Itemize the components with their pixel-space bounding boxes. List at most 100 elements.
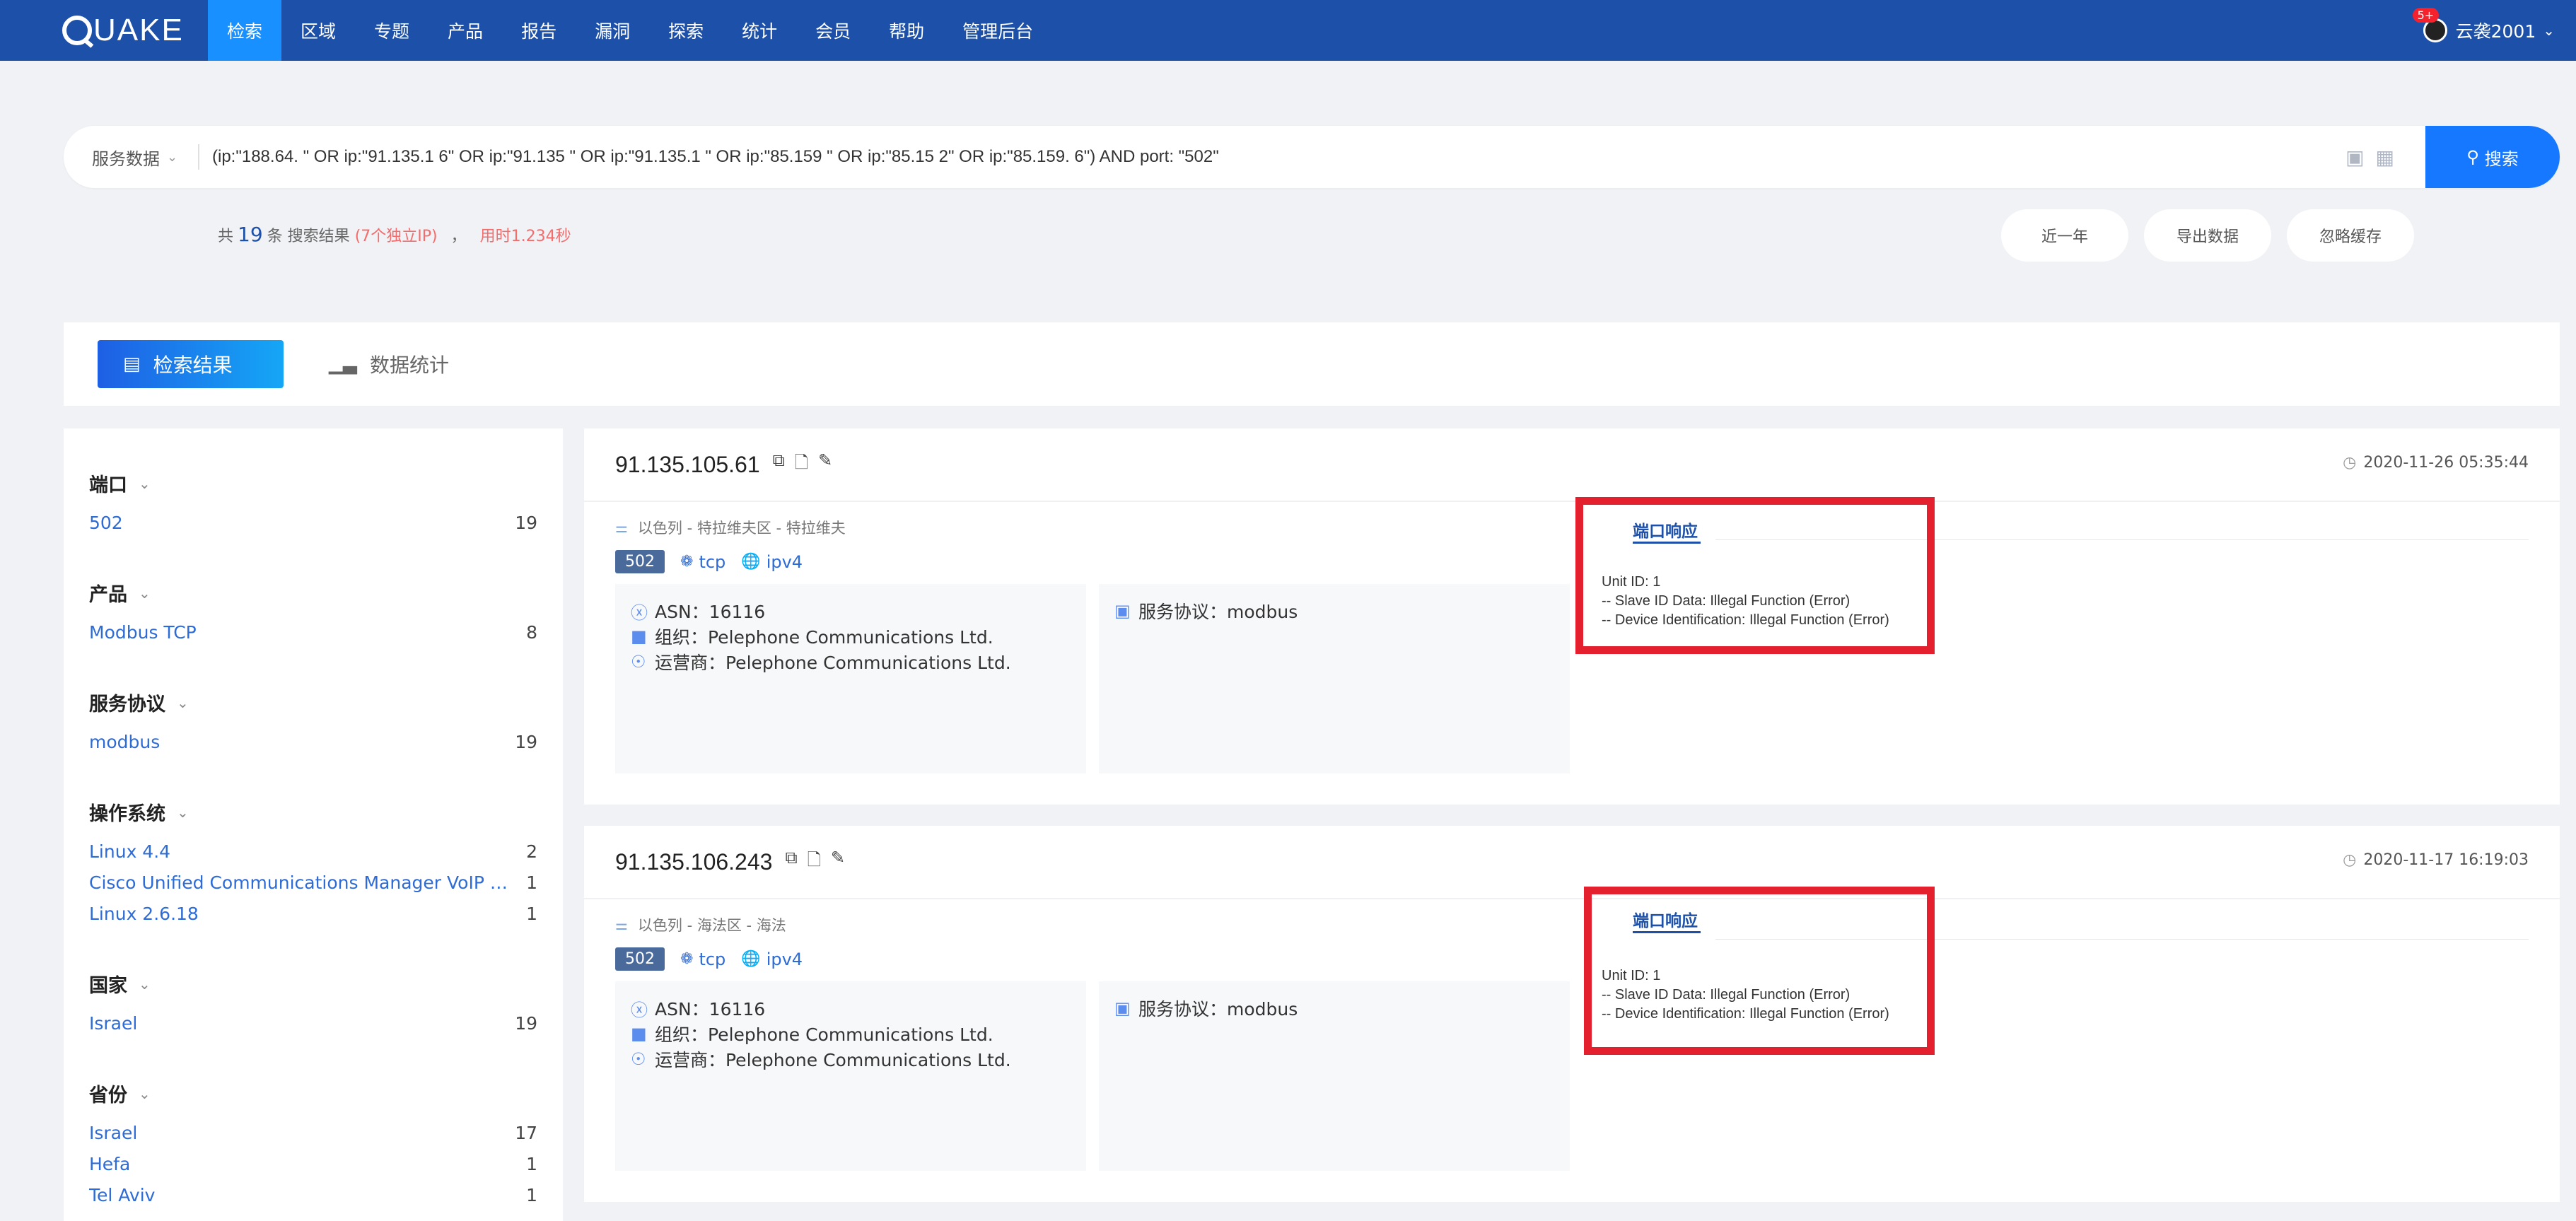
asn-text: ASN：16116 [655, 602, 766, 622]
facet-title: 省份 [89, 1085, 127, 1106]
facet-item[interactable]: modbus 19 [89, 726, 537, 757]
transport-text: tcp [699, 949, 726, 969]
search-button-label: 搜索 [2484, 148, 2519, 169]
username: 云袭2001 [2455, 21, 2536, 42]
facet-item[interactable]: Linux 4.4 2 [89, 836, 537, 867]
nav-item-member[interactable]: 会员 [796, 0, 870, 61]
folder-icon: ■ [631, 626, 647, 646]
response-tab[interactable]: 端口响应 [1633, 518, 1698, 542]
user-menu[interactable]: 5+ 云袭2001 ⌄ [2412, 0, 2555, 61]
facet-item-name: Israel [89, 1122, 138, 1143]
facet-item-name: Linux 4.4 [89, 841, 171, 862]
search-input[interactable]: (ip:"188.64. " OR ip:"91.135.1 6" OR ip:… [212, 147, 2345, 167]
nav-item-search[interactable]: 检索 [208, 0, 282, 61]
edit-icon[interactable]: ✎ [818, 450, 832, 479]
nav-item-stats[interactable]: 统计 [723, 0, 796, 61]
result-location: ⚌ 以色列 - 海法区 - 海法 [615, 914, 786, 935]
result-ip[interactable]: 91.135.106.243 [615, 849, 772, 875]
facet-title: 国家 [89, 975, 127, 997]
facet-item[interactable]: Linux 2.6.18 1 [89, 898, 537, 929]
tab-search-results[interactable]: ▤ 检索结果 [98, 340, 284, 388]
screenshot-icon[interactable]: ▣ [2345, 146, 2364, 169]
facet-item[interactable]: Hefa 1 [89, 1148, 537, 1179]
facet-item[interactable]: Tel Aviv 1 [89, 1179, 537, 1210]
network-info-panel: ⓧ ASN：16116 ■ 组织：Pelephone Communications … [615, 584, 1086, 773]
facet-item-count: 19 [515, 512, 537, 533]
tab-label: 数据统计 [370, 354, 450, 377]
result-summary: 共 19 条 搜索结果 (7个独立IP) ， 用时1.234秒 [218, 223, 571, 246]
service-info-panel: ▣ 服务协议：modbus [1099, 981, 1570, 1171]
copy-icon[interactable]: ⧉ [773, 450, 785, 479]
last-year-button[interactable]: 近一年 [2001, 209, 2128, 262]
gear-icon: ❁ [680, 553, 694, 571]
result-ip[interactable]: 91.135.105.61 [615, 452, 760, 478]
search-type-select[interactable]: 服务数据 ⌄ [64, 145, 198, 170]
response-tab[interactable]: 端口响应 [1633, 907, 1698, 931]
facet-item-count: 19 [515, 731, 537, 752]
ignore-cache-button[interactable]: 忽略缓存 [2287, 209, 2414, 262]
search-button[interactable]: ⚲ 搜索 [2425, 126, 2560, 188]
port-tag[interactable]: 502 [615, 550, 665, 573]
facet-item-name: Modbus TCP [89, 621, 197, 643]
top-nav: UAKE 检索 区域 专题 产品 报告 漏洞 探索 统计 会员 帮助 管理后台 … [0, 0, 2576, 61]
nav-item-help[interactable]: 帮助 [870, 0, 943, 61]
result-tags: 502 ❁ tcp 🌐 ipv4 [615, 947, 803, 971]
document-icon[interactable]: 🗋 [795, 450, 808, 479]
chevron-down-icon: ⌄ [139, 975, 151, 993]
facet-header[interactable]: 国家 ⌄ [89, 970, 537, 998]
facet-title: 端口 [89, 474, 127, 496]
facet-item-name: modbus [89, 731, 161, 752]
result-time: ◷ 2020-11-26 05:35:44 [2343, 454, 2529, 472]
unique-ip-count: (7个独立IP) [354, 228, 438, 245]
transport-tag: ❁ tcp [680, 950, 725, 969]
nav-item-topic[interactable]: 专题 [355, 0, 429, 61]
search-icon: ⚲ [2466, 147, 2479, 167]
location-text: 以色列 - 特拉维夫区 - 特拉维夫 [637, 520, 846, 537]
tab-statistics[interactable]: ▁▃ 数据统计 [303, 340, 474, 388]
export-button[interactable]: 导出数据 [2144, 209, 2271, 262]
facet-item[interactable]: Cisco Unified Communications Manager VoI… [89, 867, 537, 898]
edit-icon[interactable]: ✎ [831, 848, 845, 877]
facet-item[interactable]: 502 19 [89, 507, 537, 538]
document-icon[interactable]: 🗋 [808, 848, 821, 877]
nav-item-report[interactable]: 报告 [502, 0, 576, 61]
result-time-text: 2020-11-17 16:19:03 [2363, 851, 2529, 869]
search-tools: ▣ ▦ [2345, 146, 2394, 169]
nav-item-explore[interactable]: 探索 [649, 0, 723, 61]
org-text: 组织：Pelephone Communications Ltd. [655, 627, 993, 648]
facet-item[interactable]: Israel 19 [89, 1007, 537, 1039]
flag-icon: ⚌ [615, 916, 628, 933]
nav-item-vuln[interactable]: 漏洞 [576, 0, 649, 61]
isp-icon: ☉ [631, 652, 646, 672]
facet-header[interactable]: 产品 ⌄ [89, 579, 537, 607]
summary-prefix: 共 [218, 228, 234, 245]
chevron-down-icon: ⌄ [139, 474, 151, 492]
facet-item[interactable]: Modbus TCP 8 [89, 617, 537, 648]
clock-icon: ◷ [2343, 851, 2357, 869]
facet-item-count: 1 [526, 1153, 537, 1174]
bar-chart-icon: ▁▃ [329, 354, 357, 375]
chevron-down-icon: ⌄ [177, 694, 189, 711]
asn-text: ASN：16116 [655, 999, 766, 1020]
facet-header[interactable]: 端口 ⌄ [89, 469, 537, 497]
facet-item[interactable]: Israel 17 [89, 1117, 537, 1148]
facet-product: 产品 ⌄ Modbus TCP 8 [89, 579, 537, 648]
facet-header[interactable]: 服务协议 ⌄ [89, 689, 537, 716]
copy-icon[interactable]: ⧉ [785, 848, 797, 877]
quake-logo[interactable]: UAKE [62, 13, 184, 48]
fullscreen-icon[interactable]: ▦ [2376, 146, 2394, 169]
summary-label: 搜索结果 [287, 228, 350, 245]
nav-item-admin[interactable]: 管理后台 [943, 0, 1052, 61]
nav-menu: 检索 区域 专题 产品 报告 漏洞 探索 统计 会员 帮助 管理后台 [208, 0, 1052, 61]
result-card: 91.135.106.243 ⧉ 🗋 ✎ ◷ 2020-11-17 16:19:… [584, 826, 2560, 1202]
result-location: ⚌ 以色列 - 特拉维夫区 - 特拉维夫 [615, 517, 846, 538]
facet-header[interactable]: 省份 ⌄ [89, 1080, 537, 1107]
nav-item-region[interactable]: 区域 [281, 0, 355, 61]
service-info-panel: ▣ 服务协议：modbus [1099, 584, 1570, 773]
ipver-text: ipv4 [766, 551, 803, 572]
search-bar: 服务数据 ⌄ (ip:"188.64. " OR ip:"91.135.1 6"… [64, 126, 2560, 188]
facet-header[interactable]: 操作系统 ⌄ [89, 798, 537, 826]
nav-item-product[interactable]: 产品 [429, 0, 502, 61]
logo-q-icon [62, 16, 92, 45]
port-tag[interactable]: 502 [615, 947, 665, 971]
